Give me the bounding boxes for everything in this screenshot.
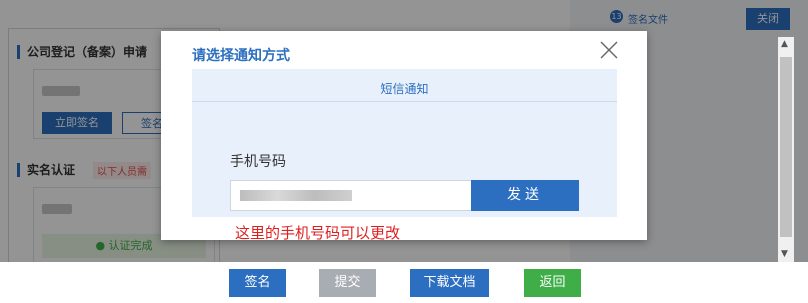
scroll-up-icon[interactable]: ▲	[781, 39, 788, 49]
sms-notice-box: 短信通知 手机号码 发送 这里的手机号码可以更改	[192, 69, 617, 242]
send-button[interactable]: 发送	[471, 180, 579, 211]
divider	[192, 101, 617, 102]
footer-back-button[interactable]: 返回	[524, 269, 581, 297]
sms-notice-tab[interactable]: 短信通知	[192, 80, 617, 97]
page-scrollbar[interactable]: ▲ ▼	[778, 37, 794, 262]
footer-submit-button[interactable]: 提交	[319, 269, 376, 297]
phone-label: 手机号码	[230, 154, 286, 170]
close-icon[interactable]	[598, 39, 620, 61]
scroll-down-icon[interactable]: ▼	[781, 249, 788, 259]
notification-modal: 请选择通知方式 短信通知 手机号码 发送 这里的手机号码可以更改	[161, 31, 647, 242]
phone-number-blurred	[240, 190, 352, 201]
scrollbar-thumb[interactable]	[780, 57, 792, 237]
phone-hint-annotation: 这里的手机号码可以更改	[235, 224, 401, 242]
footer-download-button[interactable]: 下载文档	[410, 269, 489, 297]
footer-bar	[0, 262, 808, 303]
modal-title: 请选择通知方式	[192, 48, 290, 64]
footer-sign-button[interactable]: 签名	[229, 269, 286, 297]
